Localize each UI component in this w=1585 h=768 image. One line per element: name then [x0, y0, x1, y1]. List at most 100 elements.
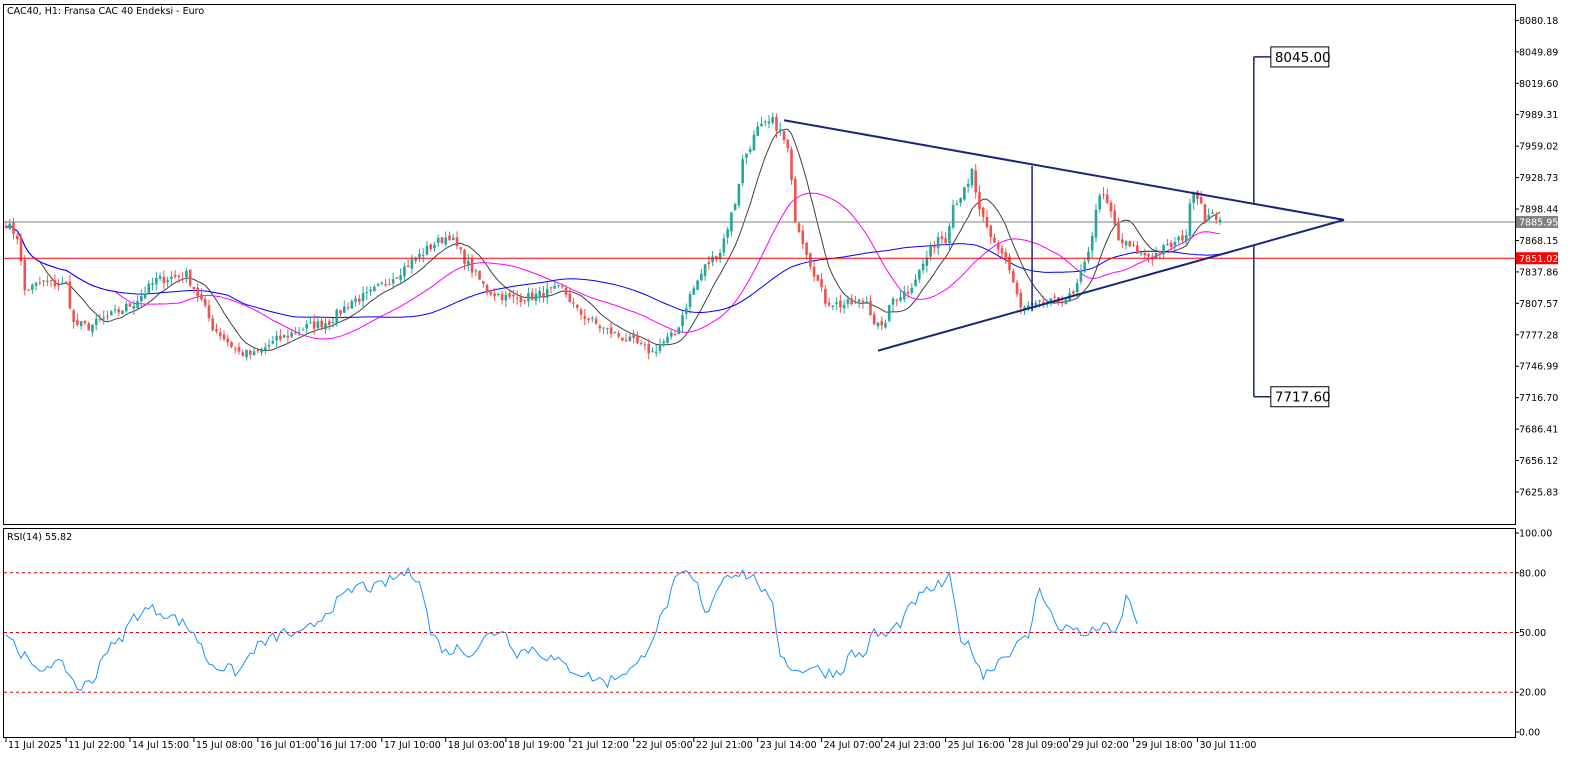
candle-body	[136, 300, 139, 309]
candle-body	[140, 295, 143, 302]
candle-body	[309, 322, 312, 324]
candle-body	[1075, 283, 1079, 293]
candle-body	[358, 298, 361, 302]
candle-body	[538, 290, 542, 296]
candle-body	[944, 238, 947, 244]
candle-body	[76, 320, 79, 325]
candle-body	[692, 288, 696, 295]
candle-body	[771, 116, 775, 123]
candle-body	[820, 279, 823, 288]
candle-body	[19, 237, 23, 262]
x-tick-label: 24 Jul 23:00	[884, 740, 941, 751]
candle-body	[271, 340, 275, 344]
candle-body	[681, 315, 684, 327]
candle-body	[275, 336, 278, 341]
candle-body	[282, 334, 286, 338]
candle-body	[929, 245, 932, 257]
candle-body	[185, 271, 188, 278]
candle-body	[602, 327, 605, 329]
candle-body	[854, 301, 857, 303]
candle-body	[109, 311, 113, 316]
candle-body	[162, 276, 166, 283]
candle-body	[1064, 299, 1068, 304]
candle-body	[948, 226, 951, 244]
x-tick-label: 22 Jul 21:00	[696, 740, 753, 751]
candle-body	[320, 320, 324, 328]
candle-body	[1019, 292, 1023, 308]
candle-body	[793, 178, 797, 223]
candle-body	[1098, 195, 1102, 210]
candle-body	[824, 288, 827, 304]
rsi-y-tick-label: 80.00	[1519, 568, 1546, 579]
candle-body	[959, 197, 962, 204]
candle-body	[812, 266, 816, 277]
candle-body	[151, 283, 154, 285]
candle-body	[839, 300, 842, 308]
candle-body	[376, 284, 380, 286]
red-level-label: 7851.02	[1519, 254, 1558, 265]
candle-body	[745, 153, 748, 158]
candle-body	[8, 223, 12, 230]
candle-body	[98, 318, 102, 320]
candle-body	[1105, 194, 1109, 203]
candle-body	[470, 259, 474, 273]
candle-body	[523, 300, 526, 302]
candle-body	[1207, 214, 1211, 221]
price-y-tick-label: 7928.73	[1519, 173, 1558, 184]
candle-body	[64, 281, 68, 284]
candle-body	[1072, 291, 1075, 294]
x-tick-label: 25 Jul 16:00	[948, 740, 1005, 751]
candle-body	[143, 293, 147, 298]
candle-body	[252, 351, 256, 356]
candle-body	[448, 235, 451, 241]
candle-body	[895, 300, 899, 302]
candle-body	[756, 126, 760, 136]
candle-body	[527, 293, 530, 302]
candle-body	[654, 351, 658, 353]
candle-body	[1139, 252, 1143, 254]
candle-body	[106, 315, 109, 317]
rsi-y-tick-label: 100.00	[1519, 529, 1552, 540]
x-tick-label: 30 Jul 11:00	[1199, 740, 1256, 751]
candle-body	[335, 310, 339, 324]
x-tick-label: 21 Jul 12:00	[572, 740, 629, 751]
candle-body	[711, 256, 714, 263]
candle-body	[1079, 270, 1083, 282]
target-label: 8045.00	[1275, 50, 1331, 66]
candle-body	[805, 242, 808, 255]
x-tick-label: 24 Jul 07:00	[824, 740, 881, 751]
candle-body	[391, 279, 395, 284]
candle-body	[260, 348, 263, 353]
candle-body	[42, 280, 45, 282]
candle-body	[1004, 252, 1008, 258]
rsi-y-tick-label: 0.00	[1519, 728, 1540, 739]
x-tick-label: 16 Jul 17:00	[320, 740, 377, 751]
candle-body	[643, 344, 647, 346]
candle-body	[1087, 251, 1090, 261]
candle-body	[203, 299, 207, 306]
candle-body	[1120, 239, 1124, 244]
candle-body	[778, 129, 782, 131]
candle-body	[406, 265, 410, 268]
price-y-tick-label: 7898.44	[1519, 205, 1558, 216]
candle-body	[914, 279, 917, 287]
candle-body	[388, 284, 391, 286]
candle-body	[218, 332, 222, 337]
candle-body	[587, 318, 590, 320]
candle-body	[222, 334, 226, 340]
candle-body	[606, 328, 609, 330]
candle-body	[515, 297, 519, 299]
candle-body	[1147, 254, 1150, 257]
candle-body	[500, 293, 504, 301]
candle-body	[31, 284, 34, 290]
price-y-tick-label: 7959.02	[1519, 142, 1558, 153]
candle-body	[842, 304, 846, 309]
candle-body	[497, 294, 500, 296]
candle-body	[155, 277, 158, 285]
x-tick-label: 18 Jul 19:00	[508, 740, 565, 751]
price-y-tick-label: 7656.12	[1519, 456, 1558, 467]
candle-body	[715, 255, 718, 260]
candle-body	[662, 341, 666, 344]
candle-body	[53, 280, 57, 287]
candle-body	[504, 294, 508, 301]
